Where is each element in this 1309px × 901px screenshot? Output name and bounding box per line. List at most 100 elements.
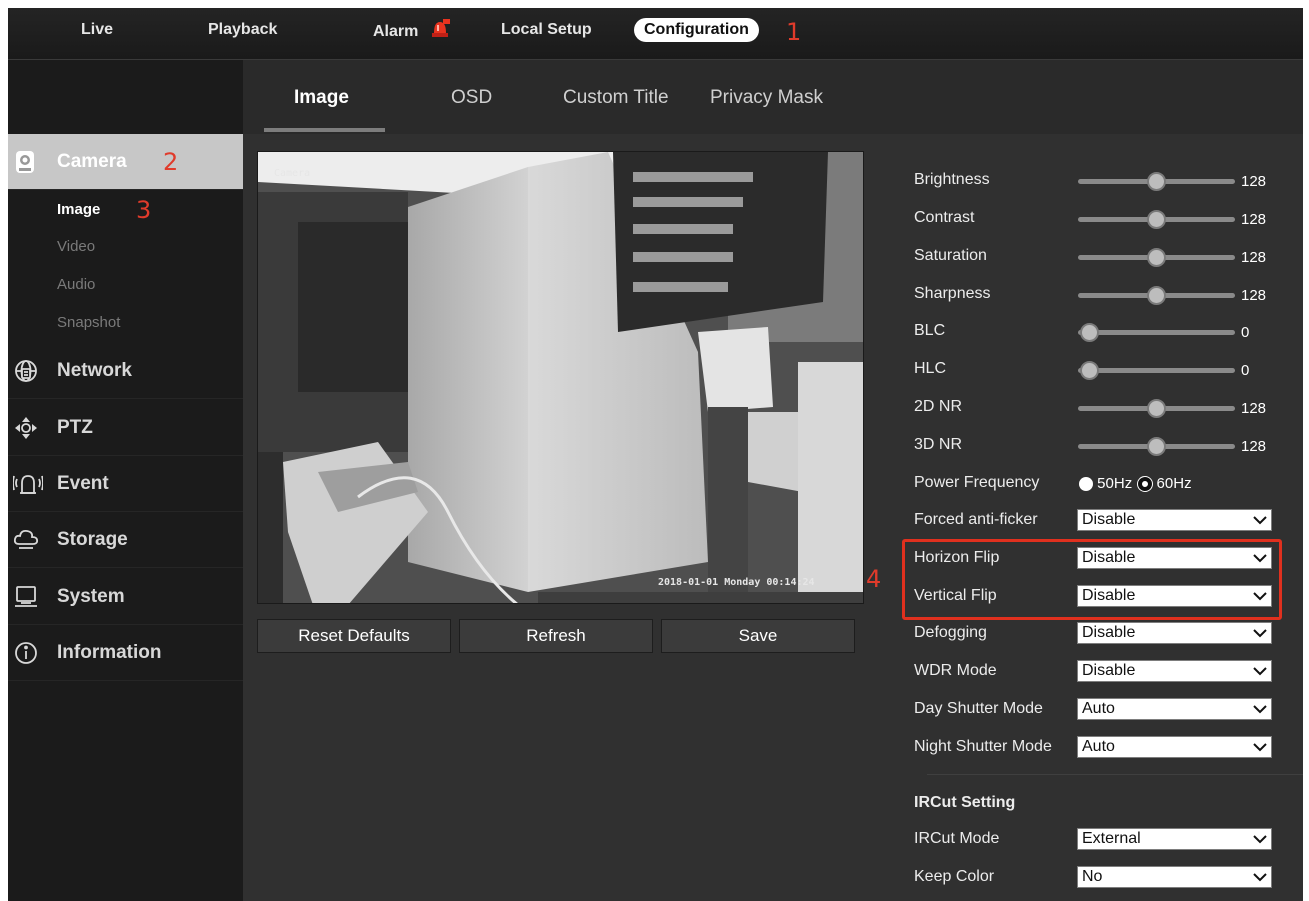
refresh-button[interactable]: Refresh: [459, 619, 653, 653]
ircut-mode-select[interactable]: External: [1077, 828, 1272, 850]
select-value: No: [1082, 868, 1103, 885]
radio-60hz[interactable]: [1138, 477, 1153, 492]
radio-50hz-label: 50Hz: [1097, 475, 1133, 492]
chevron-down-icon: [1253, 705, 1267, 714]
camera-icon: [13, 149, 39, 175]
tab-image[interactable]: Image: [294, 87, 349, 109]
camera-preview-image: [258, 152, 863, 603]
day-shutter-mode-select[interactable]: Auto: [1077, 698, 1272, 720]
sidebar-sub-image[interactable]: Image: [57, 201, 100, 218]
slider-value: 0: [1241, 362, 1250, 379]
select-label: Night Shutter Mode: [914, 738, 1052, 755]
select-value: External: [1082, 830, 1141, 847]
chevron-down-icon: [1253, 743, 1267, 752]
radio-50hz[interactable]: [1079, 477, 1093, 492]
select-row-day-shutter-mode: Day Shutter Mode Auto: [914, 697, 1294, 723]
sidebar-sub-video[interactable]: Video: [57, 238, 95, 255]
slider-value: 128: [1241, 249, 1267, 266]
sidebar-item-camera[interactable]: Camera: [8, 134, 253, 190]
nav-playback[interactable]: Playback: [198, 18, 287, 42]
2d-nr-slider[interactable]: [1078, 399, 1235, 418]
sidebar-item-network[interactable]: Network: [8, 343, 243, 399]
slider-label: Brightness: [914, 171, 990, 188]
sidebar-sub-audio[interactable]: Audio: [57, 276, 95, 293]
select-value: Auto: [1082, 700, 1115, 717]
main-panel: Image OSD Custom Title Privacy Mask Came…: [243, 60, 1303, 901]
annotation-2: 2: [163, 148, 179, 176]
slider-knob[interactable]: [1147, 172, 1166, 191]
select-value: Auto: [1082, 738, 1115, 755]
keep-color-select[interactable]: No: [1077, 866, 1272, 888]
live-preview[interactable]: Camera 2018-01-01 Monday 00:14:24: [257, 151, 864, 604]
select-row-night-shutter-mode: Night Shutter Mode Auto: [914, 735, 1294, 761]
slider-row-brightness: Brightness 128: [914, 168, 1294, 194]
3d-nr-slider[interactable]: [1078, 437, 1235, 456]
brightness-slider[interactable]: [1078, 172, 1235, 191]
chevron-down-icon: [1253, 873, 1267, 882]
slider-knob[interactable]: [1080, 323, 1099, 342]
sidebar-item-system[interactable]: System: [8, 569, 243, 625]
nav-local-setup[interactable]: Local Setup: [491, 18, 602, 42]
select-label: Forced anti-ficker: [914, 511, 1038, 528]
chevron-down-icon: [1253, 629, 1267, 638]
slider-knob[interactable]: [1147, 210, 1166, 229]
defogging-select[interactable]: Disable: [1077, 622, 1272, 644]
sidebar-item-storage[interactable]: Storage: [8, 512, 243, 568]
select-value: Disable: [1082, 624, 1136, 641]
slider-knob[interactable]: [1147, 399, 1166, 418]
wdr-mode-select[interactable]: Disable: [1077, 660, 1272, 682]
sidebar-item-ptz[interactable]: PTZ: [8, 400, 243, 456]
annotation-4: 4: [866, 565, 882, 593]
tab-osd[interactable]: OSD: [451, 87, 492, 109]
sidebar: Camera 2 Image 3 Video Audio Snapshot Ne…: [8, 60, 253, 901]
slider-value: 128: [1241, 400, 1267, 417]
sidebar-item-label: Camera: [57, 151, 127, 172]
top-navigation-bar: Live Playback Alarm Local Setup Configur…: [8, 8, 1303, 60]
select-row-defogging: Defogging Disable: [914, 621, 1294, 647]
select-label: IRCut Mode: [914, 830, 1000, 847]
slider-label: Contrast: [914, 209, 975, 226]
nav-live[interactable]: Live: [71, 18, 123, 42]
contrast-slider[interactable]: [1078, 210, 1235, 229]
slider-knob[interactable]: [1080, 361, 1099, 380]
annotation-3: 3: [136, 196, 152, 224]
tab-privacy-mask[interactable]: Privacy Mask: [710, 87, 823, 109]
sidebar-item-label: Storage: [57, 529, 128, 550]
hlc-slider[interactable]: [1078, 361, 1235, 380]
sidebar-item-event[interactable]: Event: [8, 456, 243, 512]
sidebar-sub-snapshot[interactable]: Snapshot: [57, 314, 120, 331]
nav-configuration[interactable]: Configuration: [634, 18, 759, 42]
slider-label: BLC: [914, 322, 946, 339]
slider-label: 3D NR: [914, 436, 963, 453]
sidebar-item-label: PTZ: [57, 417, 93, 438]
sidebar-item-label: Event: [57, 473, 109, 494]
slider-knob[interactable]: [1147, 437, 1166, 456]
section-divider: [927, 774, 1303, 775]
tab-custom-title[interactable]: Custom Title: [563, 87, 669, 109]
forced-anti-ficker-select[interactable]: Disable: [1077, 509, 1272, 531]
slider-row-blc: BLC 0: [914, 319, 1294, 345]
chevron-down-icon: [1253, 516, 1267, 525]
slider-knob[interactable]: [1147, 286, 1166, 305]
sharpness-slider[interactable]: [1078, 286, 1235, 305]
night-shutter-mode-select[interactable]: Auto: [1077, 736, 1272, 758]
slider-row-saturation: Saturation 128: [914, 244, 1294, 270]
blc-slider[interactable]: [1078, 323, 1235, 342]
power-frequency-options: 50Hz 60Hz: [1079, 475, 1192, 492]
annotation-1: 1: [786, 18, 802, 46]
ptz-arrows-icon: [13, 415, 39, 441]
slider-row-2d-nr: 2D NR 128: [914, 395, 1294, 421]
slider-knob[interactable]: [1147, 248, 1166, 267]
slider-label: 2D NR: [914, 398, 963, 415]
select-row-wdr-mode: WDR Mode Disable: [914, 659, 1294, 685]
reset-defaults-button[interactable]: Reset Defaults: [257, 619, 451, 653]
save-button[interactable]: Save: [661, 619, 855, 653]
slider-label: Sharpness: [914, 285, 991, 302]
sidebar-item-information[interactable]: Information: [8, 625, 243, 681]
slider-label: HLC: [914, 360, 947, 377]
nav-alarm[interactable]: Alarm: [363, 18, 461, 42]
select-label: Defogging: [914, 624, 987, 641]
ircut-heading: IRCut Setting: [914, 794, 1016, 811]
saturation-slider[interactable]: [1078, 248, 1235, 267]
chevron-down-icon: [1253, 667, 1267, 676]
